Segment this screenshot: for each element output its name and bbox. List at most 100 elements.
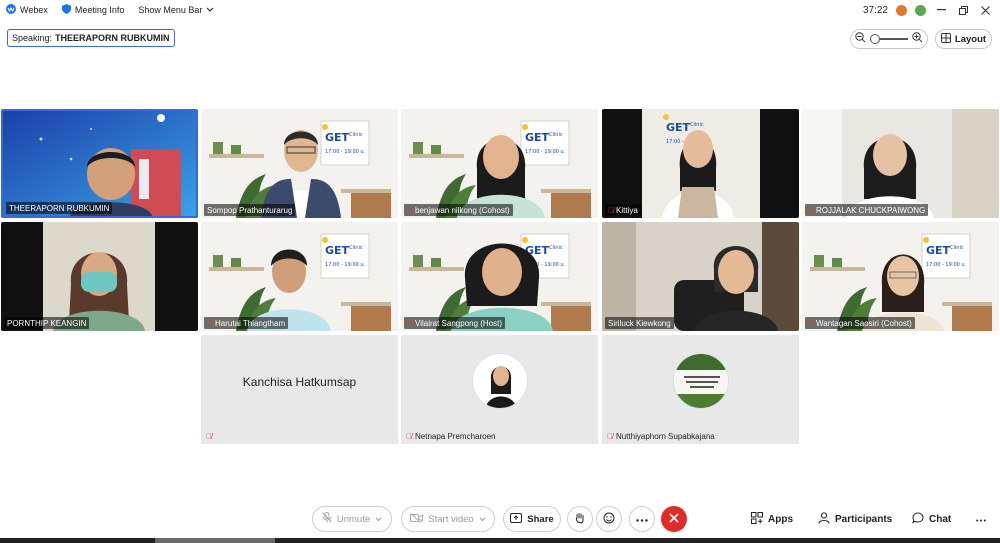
end-call-icon — [669, 512, 679, 526]
active-speaker-indicator: Speaking: THEERAPORN RUBKUMIN — [7, 29, 175, 47]
app-name: Webex — [20, 5, 48, 15]
mic-off-icon: 🎙̸ — [607, 432, 613, 441]
share-icon — [510, 512, 523, 526]
participant-avatar — [472, 353, 528, 409]
apps-button[interactable]: Apps — [751, 506, 793, 532]
mic-off-icon — [321, 512, 332, 526]
participant-name-label: 🎙̸ Wantagan Saosiri (Cohost) — [805, 317, 915, 329]
restore-icon[interactable] — [956, 3, 970, 17]
webex-icon — [6, 4, 16, 16]
participant-name-label: 🎙̸ Harutai Thiangtham — [204, 317, 289, 329]
participant-name-label: 🎙̸ Kittiya — [605, 204, 641, 216]
participants-label: Participants — [835, 513, 893, 525]
participant-video — [802, 109, 999, 218]
share-label: Share — [527, 513, 554, 525]
reactions-button[interactable] — [596, 506, 622, 532]
meeting-info-label: Meeting Info — [74, 5, 125, 15]
participants-icon — [818, 511, 830, 527]
participant-name-label: 🎙̸ Netnapa Premcharoen — [406, 432, 496, 441]
chevron-down-icon[interactable] — [479, 514, 486, 525]
participant-tile[interactable]: THEERAPORN RUBKUMIN — [1, 109, 198, 218]
participant-avatar — [673, 353, 729, 409]
reactions-icon — [603, 512, 615, 527]
end-call-button[interactable] — [661, 506, 687, 532]
layout-button[interactable]: Layout — [935, 29, 992, 49]
share-button[interactable]: Share — [503, 506, 561, 532]
participant-name: Harutai Thiangtham — [215, 318, 286, 328]
participant-tile[interactable]: 🎙̸ Netnapa Premcharoen — [401, 335, 598, 444]
show-menu-bar-button[interactable]: Show Menu Bar — [136, 5, 222, 15]
unmute-label: Unmute — [336, 513, 371, 525]
participant-tile[interactable]: 🎙̸ Harutai Thiangtham — [201, 222, 398, 331]
participant-video — [802, 222, 999, 331]
participant-name: PORNTHIP KEANGIN — [7, 318, 87, 328]
participant-name-label: 🎙̸ Vilairat Sangpong (Host) — [404, 317, 506, 329]
meeting-info-button[interactable]: Meeting Info — [60, 4, 133, 16]
participant-video — [401, 109, 598, 218]
participant-video — [201, 109, 398, 218]
start-video-button[interactable]: Start video — [401, 506, 495, 532]
more-options-button[interactable] — [629, 506, 655, 532]
unmute-button[interactable]: Unmute — [312, 506, 392, 532]
participant-tile[interactable]: 🎙̸ Kittiya — [602, 109, 799, 218]
zoom-in-icon[interactable] — [912, 30, 923, 48]
start-video-label: Start video — [428, 513, 474, 525]
webex-menu[interactable]: Webex — [4, 4, 56, 16]
participants-button[interactable]: Participants — [818, 506, 892, 532]
layout-label: Layout — [954, 33, 987, 45]
participant-name-label: Siriluck Kiewkong — [605, 317, 674, 329]
participant-name-label: 🎙̸ Nutthiyaphorn Supabkajana — [607, 432, 715, 441]
zoom-slider[interactable] — [870, 34, 908, 44]
participant-tile[interactable]: 🎙̸ ROJJALAK CHUCKPAIWONG — [802, 109, 999, 218]
mic-off-icon: 🎙̸ — [808, 205, 814, 215]
raise-hand-button[interactable] — [567, 506, 593, 532]
participant-tile[interactable]: Sompop Prathanturarug — [201, 109, 398, 218]
participant-name-label: 🎙̸ ROJJALAK CHUCKPAIWONG — [805, 204, 929, 216]
video-off-icon — [410, 512, 424, 526]
participant-name: Nutthiyaphorn Supabkajana — [616, 432, 715, 441]
participant-tile[interactable]: Siriluck Kiewkong — [602, 222, 799, 331]
more-panels-button[interactable] — [976, 506, 986, 532]
participant-tile[interactable]: 🎙̸ Vilairat Sangpong (Host) — [401, 222, 598, 331]
participant-display-name: Kanchisa Hatkumsap — [242, 375, 357, 389]
zoom-control — [850, 29, 928, 49]
chat-label: Chat — [929, 513, 952, 525]
status-avatar-icon[interactable] — [915, 4, 926, 16]
user-avatar-icon[interactable] — [896, 4, 907, 16]
participant-tile[interactable]: 🎙̸ benjawan nilkong (Cohost) — [401, 109, 598, 218]
minimize-icon[interactable] — [934, 3, 948, 17]
chat-button[interactable]: Chat — [912, 506, 951, 532]
participant-name: Netnapa Premcharoen — [415, 432, 496, 441]
mic-off-icon: 🎙̸ — [207, 318, 213, 328]
os-taskbar — [0, 538, 1000, 543]
title-bar: Webex Meeting Info Show Menu Bar 37:22 — [0, 0, 1000, 20]
participant-name: Vilairat Sangpong (Host) — [415, 318, 503, 328]
zoom-slider-knob[interactable] — [870, 34, 880, 44]
mic-off-icon: 🎙̸ — [406, 432, 412, 441]
chevron-down-icon[interactable] — [375, 514, 382, 525]
participant-video — [401, 222, 598, 331]
more-icon — [976, 514, 986, 525]
participant-tile[interactable]: PORNTHIP KEANGIN — [1, 222, 198, 331]
raise-hand-icon — [575, 512, 585, 527]
participant-video — [602, 109, 799, 218]
taskbar-item[interactable] — [155, 538, 275, 543]
chevron-down-icon — [206, 5, 214, 15]
speaking-prefix: Speaking: — [12, 33, 53, 43]
close-icon[interactable] — [978, 3, 992, 17]
participant-tile[interactable]: 🎙̸ Wantagan Saosiri (Cohost) — [802, 222, 999, 331]
more-icon — [636, 513, 648, 525]
participant-name: THEERAPORN RUBKUMIN — [9, 203, 110, 213]
zoom-out-icon[interactable] — [855, 30, 866, 48]
shield-icon — [61, 4, 71, 16]
participant-name: ROJJALAK CHUCKPAIWONG — [816, 205, 926, 215]
speaking-name: THEERAPORN RUBKUMIN — [55, 33, 170, 43]
participant-tile[interactable]: 🎙̸ Nutthiyaphorn Supabkajana — [602, 335, 799, 444]
participant-tile[interactable]: Kanchisa Hatkumsap 🎙̸ — [201, 335, 398, 444]
participant-name: Siriluck Kiewkong — [608, 318, 671, 328]
participant-video — [602, 222, 799, 331]
participant-name-label: 🎙̸ benjawan nilkong (Cohost) — [404, 204, 513, 216]
participant-name: Sompop Prathanturarug — [207, 205, 293, 215]
participant-video — [1, 222, 198, 331]
participant-name-label: 🎙̸ — [206, 432, 212, 441]
